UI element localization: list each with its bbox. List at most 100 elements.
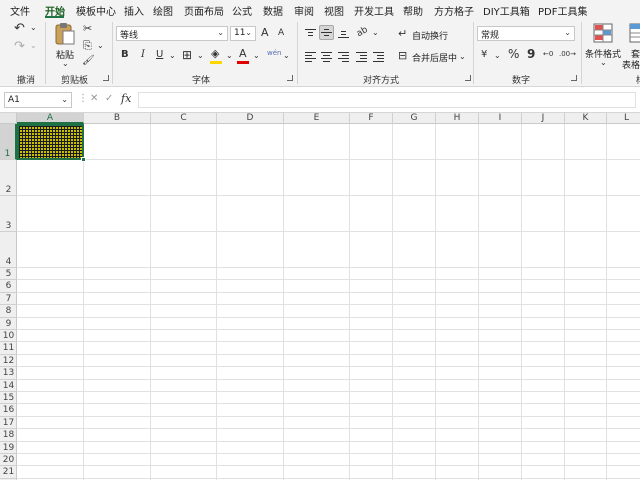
row-header-11[interactable]: 11 (0, 342, 17, 355)
column-header-h[interactable]: H (436, 113, 479, 124)
column-header-g[interactable]: G (393, 113, 436, 124)
cell-area[interactable] (17, 124, 640, 480)
tab-fangfang[interactable]: 方方格子 (434, 3, 474, 18)
increase-font-size-icon[interactable]: A (261, 27, 269, 38)
tab-page-layout[interactable]: 页面布局 (184, 3, 224, 18)
row-header-18[interactable]: 18 (0, 429, 17, 442)
decrease-indent-icon[interactable] (356, 52, 367, 62)
column-header-k[interactable]: K (565, 113, 607, 124)
align-left-icon[interactable] (305, 52, 316, 62)
orientation-dropdown-icon[interactable]: ⌄ (372, 29, 379, 37)
name-box[interactable]: A1 ⌄ (4, 92, 72, 108)
merge-center-button[interactable]: 合并后居中 (412, 51, 457, 64)
row-header-15[interactable]: 15 (0, 392, 17, 405)
redo-dropdown-icon[interactable]: ⌄ (30, 42, 37, 50)
more-options-icon[interactable]: ⋮ (78, 94, 88, 104)
phonetic-dropdown-icon[interactable]: ⌄ (283, 52, 290, 60)
currency-icon[interactable]: ¥ (481, 50, 487, 60)
format-as-table-button[interactable]: 套 表格格 (622, 22, 640, 71)
decrease-decimal-icon[interactable]: .00→ (559, 51, 576, 58)
column-header-b[interactable]: B (84, 113, 151, 124)
cell-a1-selected[interactable] (17, 124, 84, 160)
font-size-combo[interactable]: 11 ⌄ (230, 26, 256, 41)
copy-dropdown-icon[interactable]: ⌄ (97, 42, 104, 50)
increase-indent-icon[interactable] (373, 52, 384, 62)
border-dropdown-icon[interactable]: ⌄ (197, 52, 204, 60)
align-middle-button[interactable] (319, 25, 334, 40)
row-header-1[interactable]: 1 (0, 124, 17, 160)
row-header-4[interactable]: 4 (0, 232, 17, 268)
decrease-font-size-icon[interactable]: A (278, 29, 284, 38)
confirm-icon[interactable]: ✓ (105, 94, 113, 104)
align-bottom-icon[interactable] (338, 29, 349, 38)
increase-decimal-icon[interactable]: ←0 (543, 51, 553, 58)
alignment-launcher-icon[interactable] (465, 75, 471, 81)
undo-icon[interactable]: ↶ (14, 22, 25, 35)
tab-developer[interactable]: 开发工具 (354, 3, 394, 18)
fill-color-icon[interactable]: ◈ (211, 48, 219, 59)
font-name-combo[interactable]: 等线 ⌄ (116, 26, 228, 41)
redo-icon[interactable]: ↷ (14, 40, 25, 53)
merge-center-icon[interactable]: ⊟ (398, 50, 407, 61)
row-header-7[interactable]: 7 (0, 293, 17, 306)
column-header-f[interactable]: F (350, 113, 393, 124)
row-header-10[interactable]: 10 (0, 330, 17, 343)
conditional-formatting-button[interactable]: 条件格式 ⌄ (585, 22, 621, 70)
number-format-combo[interactable]: 常规 ⌄ (477, 26, 575, 41)
row-header-19[interactable]: 19 (0, 442, 17, 454)
underline-button[interactable]: U (156, 50, 163, 60)
insert-function-icon[interactable]: fx (121, 93, 131, 104)
row-header-12[interactable]: 12 (0, 355, 17, 368)
tab-formulas[interactable]: 公式 (232, 3, 252, 18)
border-icon[interactable]: ⊞ (182, 49, 192, 61)
orientation-icon[interactable]: ab (355, 25, 370, 39)
row-header-8[interactable]: 8 (0, 305, 17, 318)
copy-icon[interactable]: ⎘ (83, 40, 92, 51)
currency-dropdown-icon[interactable]: ⌄ (494, 52, 501, 60)
row-header-6[interactable]: 6 (0, 280, 17, 293)
align-top-icon[interactable] (305, 29, 316, 38)
tab-view[interactable]: 视图 (324, 3, 344, 18)
phonetic-icon[interactable]: wén (267, 50, 281, 57)
align-right-icon[interactable] (338, 52, 349, 62)
row-header-14[interactable]: 14 (0, 380, 17, 392)
tab-file[interactable]: 文件 (10, 3, 30, 18)
cut-icon[interactable]: ✂ (83, 23, 92, 34)
row-header-13[interactable]: 13 (0, 367, 17, 380)
fill-color-dropdown-icon[interactable]: ⌄ (226, 52, 233, 60)
percent-button[interactable]: % (508, 48, 519, 60)
column-header-l[interactable]: L (607, 113, 640, 124)
font-launcher-icon[interactable] (287, 75, 293, 81)
column-header-i[interactable]: I (479, 113, 522, 124)
row-header-17[interactable]: 17 (0, 417, 17, 430)
wrap-text-icon[interactable]: ↵ (398, 28, 407, 39)
column-header-j[interactable]: J (522, 113, 565, 124)
font-color-dropdown-icon[interactable]: ⌄ (253, 52, 260, 60)
wrap-text-button[interactable]: 自动换行 (412, 29, 448, 42)
row-header-3[interactable]: 3 (0, 196, 17, 232)
tab-data[interactable]: 数据 (263, 3, 283, 18)
tab-pdf-tools[interactable]: PDF工具集 (538, 3, 587, 18)
number-launcher-icon[interactable] (571, 75, 577, 81)
tab-draw[interactable]: 绘图 (153, 3, 173, 18)
row-header-21[interactable]: 21 (0, 466, 17, 479)
tab-review[interactable]: 审阅 (294, 3, 314, 18)
bold-button[interactable]: B (121, 50, 129, 60)
row-header-2[interactable]: 2 (0, 160, 17, 196)
column-header-e[interactable]: E (284, 113, 350, 124)
row-header-9[interactable]: 9 (0, 318, 17, 330)
row-header-16[interactable]: 16 (0, 404, 17, 417)
align-center-icon[interactable] (321, 52, 332, 62)
cancel-icon[interactable]: ✕ (90, 94, 98, 104)
tab-insert[interactable]: 插入 (124, 3, 144, 18)
underline-dropdown-icon[interactable]: ⌄ (169, 52, 176, 60)
italic-button[interactable]: I (141, 50, 145, 60)
column-header-d[interactable]: D (217, 113, 284, 124)
select-all-corner[interactable] (0, 113, 17, 124)
column-header-c[interactable]: C (151, 113, 217, 124)
paste-button[interactable]: 粘贴 ⌄ (52, 22, 78, 70)
row-header-20[interactable]: 20 (0, 454, 17, 467)
tab-help[interactable]: 帮助 (403, 3, 423, 18)
fill-handle[interactable] (81, 157, 86, 162)
column-header-a[interactable]: A (17, 113, 84, 124)
